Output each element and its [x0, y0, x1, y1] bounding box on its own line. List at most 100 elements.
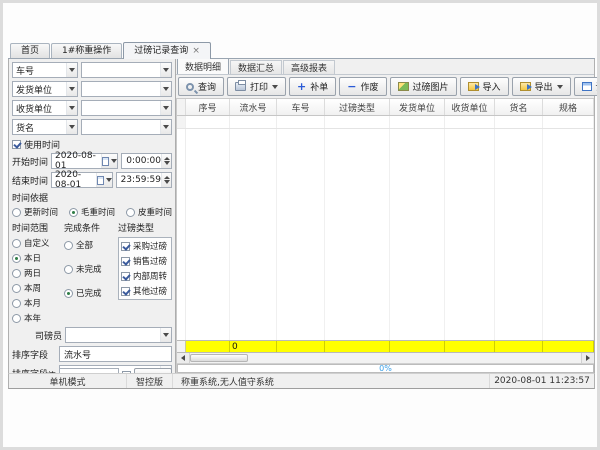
chevron-down-icon[interactable] — [160, 82, 171, 96]
tab-weigh-operation[interactable]: 1#称重操作 — [51, 43, 122, 58]
print-button[interactable]: 打印 — [227, 77, 286, 96]
checkbox-internal-weigh[interactable]: 内部周转 — [121, 270, 169, 282]
data-tabstrip: 数据明细 数据汇总 高级报表 — [176, 59, 594, 75]
supplement-button[interactable]: +补单 — [289, 77, 336, 96]
radio-this-week[interactable]: 本周 — [12, 282, 62, 294]
weigher-combo[interactable] — [65, 327, 172, 343]
calendar-icon[interactable] — [101, 154, 117, 168]
weigh-photo-button[interactable]: 过磅图片 — [390, 77, 457, 96]
start-date-picker[interactable]: 2020-08-01 — [51, 153, 118, 169]
scrollbar-thumb[interactable] — [190, 354, 248, 362]
col-receiver[interactable]: 收货单位 — [445, 99, 495, 115]
col-serial[interactable]: 流水号 — [230, 99, 277, 115]
chevron-down-icon — [272, 85, 278, 89]
table-row[interactable] — [177, 116, 594, 129]
checkbox-purchase-weigh[interactable]: 采购过磅 — [121, 240, 169, 252]
minus-icon: − — [347, 82, 356, 92]
clipped-button[interactable] — [134, 368, 172, 373]
app-window: 首页 1#称重操作 过磅记录查询 × 车号 发货单位 收货单位 — [8, 42, 595, 389]
calendar-icon[interactable] — [96, 173, 112, 187]
condition-value-row-clipped: 值 — [12, 368, 172, 373]
records-table: 序号 流水号 车号 过磅类型 发货单位 收货单位 货名 规格 — [176, 99, 594, 373]
export-button[interactable]: 导出 — [512, 77, 571, 96]
condition-value-label: 值 — [12, 369, 56, 374]
checkbox-other-weigh[interactable]: 其他过磅 — [121, 285, 169, 297]
receiver-value-combo[interactable] — [81, 100, 172, 116]
radio-this-year[interactable]: 本年 — [12, 312, 62, 324]
tab-home-label: 首页 — [21, 44, 39, 58]
field-select-shipper[interactable]: 发货单位 — [12, 81, 78, 97]
weigh-type-group: 过磅类型 采购过磅 销售过磅 内部周转 其他过磅 — [118, 221, 172, 324]
query-button[interactable]: 查询 — [178, 77, 224, 96]
chevron-down-icon[interactable] — [160, 101, 171, 115]
chevron-down-icon[interactable] — [66, 101, 77, 115]
use-time-checkbox[interactable] — [12, 140, 21, 149]
tab-home[interactable]: 首页 — [10, 43, 50, 58]
horizontal-scrollbar[interactable] — [177, 353, 594, 364]
sort-field-input[interactable]: 流水号 — [59, 346, 172, 362]
end-time-spinner[interactable]: 23:59:59 — [116, 172, 172, 188]
col-seq[interactable]: 序号 — [186, 99, 230, 115]
vehicle-value-combo[interactable] — [81, 62, 172, 78]
chevron-down-icon[interactable] — [66, 63, 77, 77]
data-panel: 数据明细 数据汇总 高级报表 查询 打印 +补单 −作废 过磅图片 导入 导出 … — [176, 59, 594, 373]
void-button[interactable]: −作废 — [339, 77, 386, 96]
export-icon — [520, 82, 531, 91]
radio-tare-time[interactable]: 皮重时间 — [126, 206, 172, 218]
chevron-down-icon — [557, 85, 563, 89]
radio-update-time[interactable]: 更新时间 — [12, 206, 58, 218]
col-goods[interactable]: 货名 — [495, 99, 543, 115]
radio-two-days[interactable]: 两日 — [12, 267, 62, 279]
chevron-down-icon[interactable] — [66, 120, 77, 134]
table-header: 序号 流水号 车号 过磅类型 发货单位 收货单位 货名 规格 — [177, 99, 594, 116]
close-tab-icon[interactable]: × — [192, 47, 200, 55]
radio-finished[interactable]: 已完成 — [64, 287, 116, 299]
main-tabstrip: 首页 1#称重操作 过磅记录查询 × — [8, 42, 595, 59]
tab-advanced-report[interactable]: 高级报表 — [283, 60, 335, 74]
tab-record-query[interactable]: 过磅记录查询 × — [123, 42, 211, 59]
filter-panel: 车号 发货单位 收货单位 货名 使用时间 — [9, 59, 176, 373]
settings-icon — [582, 82, 592, 91]
content-area: 车号 发货单位 收货单位 货名 使用时间 — [8, 59, 595, 373]
settings-button[interactable]: 设置 — [574, 77, 600, 96]
weigh-type-label: 过磅类型 — [118, 221, 172, 234]
end-date-picker[interactable]: 2020-08-01 — [51, 172, 113, 188]
condition-value-input[interactable] — [59, 368, 119, 373]
chevron-down-icon[interactable] — [160, 120, 171, 134]
scroll-left-icon[interactable] — [177, 353, 190, 363]
chevron-down-icon[interactable] — [160, 63, 171, 77]
col-spec[interactable]: 规格 — [543, 99, 594, 115]
filter-groups: 时间范围 自定义 本日 两日 本周 本月 本年 完成条件 全部 未完成 已完成 — [12, 221, 172, 324]
condition-value-checkbox[interactable] — [122, 371, 131, 374]
tab-data-detail[interactable]: 数据明细 — [177, 58, 229, 74]
use-time-label: 使用时间 — [24, 138, 60, 151]
col-weigh-type[interactable]: 过磅类型 — [325, 99, 390, 115]
radio-today[interactable]: 本日 — [12, 252, 62, 264]
shipper-value-combo[interactable] — [81, 81, 172, 97]
radio-custom[interactable]: 自定义 — [12, 237, 62, 249]
col-shipper[interactable]: 发货单位 — [390, 99, 445, 115]
tab-data-summary[interactable]: 数据汇总 — [230, 60, 282, 74]
start-time-spinner[interactable]: 0:00:00 — [121, 153, 172, 169]
checkbox-sale-weigh[interactable]: 销售过磅 — [121, 255, 169, 267]
spinner-icon[interactable] — [161, 173, 171, 187]
field-select-vehicle[interactable]: 车号 — [12, 62, 78, 78]
chevron-down-icon[interactable] — [160, 328, 171, 342]
filter-row-shipper: 发货单位 — [12, 81, 172, 97]
goods-value-combo[interactable] — [81, 119, 172, 135]
field-select-receiver[interactable]: 收货单位 — [12, 100, 78, 116]
scroll-right-icon[interactable] — [581, 353, 594, 363]
table-body-area[interactable] — [177, 129, 594, 340]
radio-unfinished[interactable]: 未完成 — [64, 263, 116, 275]
printer-icon — [235, 82, 246, 91]
radio-gross-time[interactable]: 毛重时间 — [69, 206, 115, 218]
finish-condition-label: 完成条件 — [64, 221, 116, 234]
col-vehicle[interactable]: 车号 — [277, 99, 325, 115]
import-button[interactable]: 导入 — [460, 77, 509, 96]
radio-all[interactable]: 全部 — [64, 239, 116, 251]
field-select-goods[interactable]: 货名 — [12, 119, 78, 135]
radio-this-month[interactable]: 本月 — [12, 297, 62, 309]
spinner-icon[interactable] — [161, 154, 171, 168]
status-bar: 单机模式 智控版 称重系统,无人值守系统 2020-08-01 11:23:57 — [8, 373, 595, 389]
chevron-down-icon[interactable] — [66, 82, 77, 96]
